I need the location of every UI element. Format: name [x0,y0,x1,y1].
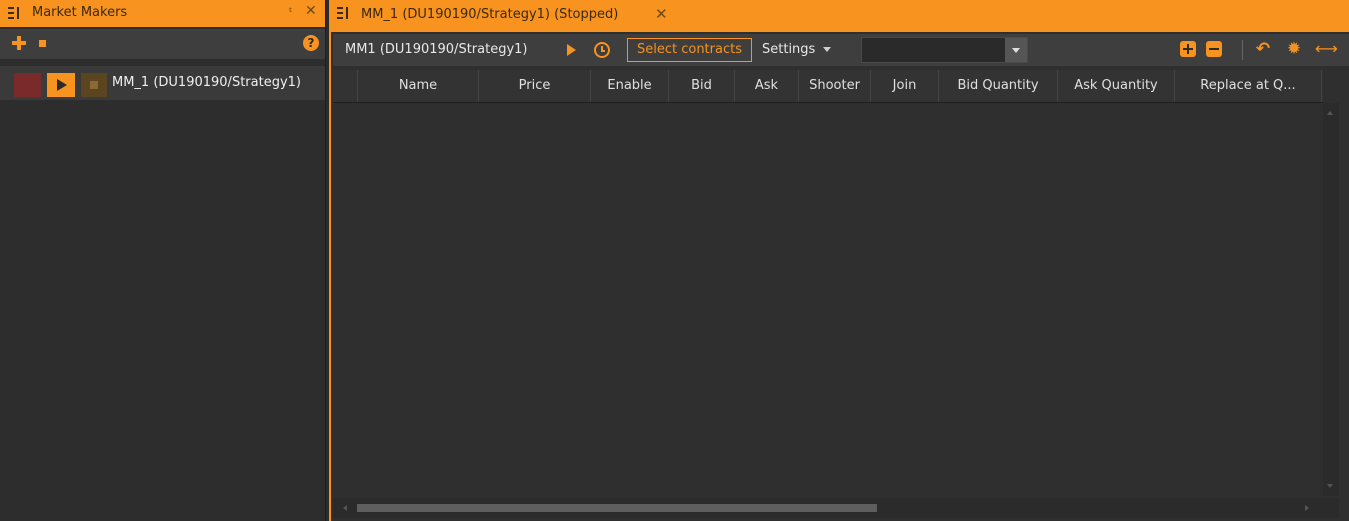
scroll-right-icon[interactable] [1305,505,1309,511]
column-header-name[interactable]: Name [358,70,479,102]
drag-grip-icon[interactable] [337,7,353,19]
stop-icon[interactable] [81,73,107,97]
market-maker-item[interactable]: MM_1 (DU190190/Strategy1) [0,66,325,100]
document-tab[interactable]: MM_1 (DU190190/Strategy1) (Stopped) ✕ [329,0,1349,32]
vertical-scrollbar[interactable] [1323,103,1339,496]
grid-header: Name Price Enable Bid Ask Shooter Join B… [333,70,1323,103]
add-row-icon[interactable] [1180,41,1196,57]
panel-title: Market Makers [32,5,128,20]
select-contracts-button[interactable]: Select contracts [627,38,752,62]
column-header-bid[interactable]: Bid [669,70,735,102]
start-icon[interactable] [47,73,75,97]
column-header-bid-quantity[interactable]: Bid Quantity [939,70,1058,102]
column-header-enable[interactable]: Enable [591,70,669,102]
scroll-down-icon[interactable] [1327,484,1333,488]
undo-icon[interactable]: ↶ [1255,41,1271,58]
strategy-name: MM1 (DU190190/Strategy1) [345,42,528,57]
start-strategy-icon[interactable] [567,44,576,56]
scroll-left-icon[interactable] [343,505,347,511]
chevron-down-icon[interactable] [1005,38,1027,62]
market-makers-toolbar: ? [0,29,325,59]
stopped-status-indicator [14,73,41,97]
tab-title: MM_1 (DU190190/Strategy1) (Stopped) [361,7,619,22]
column-header-join[interactable]: Join [871,70,939,102]
settings-label: Settings [762,42,816,57]
scroll-up-icon[interactable] [1327,111,1333,115]
grid-body[interactable] [333,103,1323,496]
drag-grip-icon[interactable] [8,7,24,19]
settings-dropdown[interactable]: Settings [762,42,832,57]
market-maker-label: MM_1 (DU190190/Strategy1) [112,75,301,90]
row-indicator-header [333,70,358,102]
gear-icon[interactable]: ✹ [1286,41,1302,58]
market-makers-titlebar[interactable]: Market Makers ᵗ ✕ [0,0,325,27]
close-panel-icon[interactable]: ✕ [305,3,317,19]
strategy-toolbar: MM1 (DU190190/Strategy1) Select contract… [333,34,1349,66]
remove-row-icon[interactable] [1206,41,1222,57]
clock-icon[interactable] [594,42,610,58]
column-header-ask-quantity[interactable]: Ask Quantity [1058,70,1175,102]
fit-columns-icon[interactable]: ⟷ [1315,41,1338,57]
close-tab-icon[interactable]: ✕ [655,5,668,23]
pin-icon[interactable]: ᵗ [289,5,293,19]
add-market-maker-icon[interactable] [12,36,26,50]
horizontal-scroll-thumb[interactable] [357,504,877,512]
horizontal-scrollbar[interactable] [333,498,1339,518]
chevron-down-icon [823,47,832,52]
help-icon[interactable]: ? [303,35,319,51]
toolbar-separator [1242,40,1243,60]
stop-all-icon[interactable] [39,40,46,47]
column-header-shooter[interactable]: Shooter [799,70,871,102]
column-header-price[interactable]: Price [479,70,591,102]
contract-combobox[interactable] [861,37,1028,63]
column-header-ask[interactable]: Ask [735,70,799,102]
column-header-replace-at-q[interactable]: Replace at Q... [1175,70,1322,102]
